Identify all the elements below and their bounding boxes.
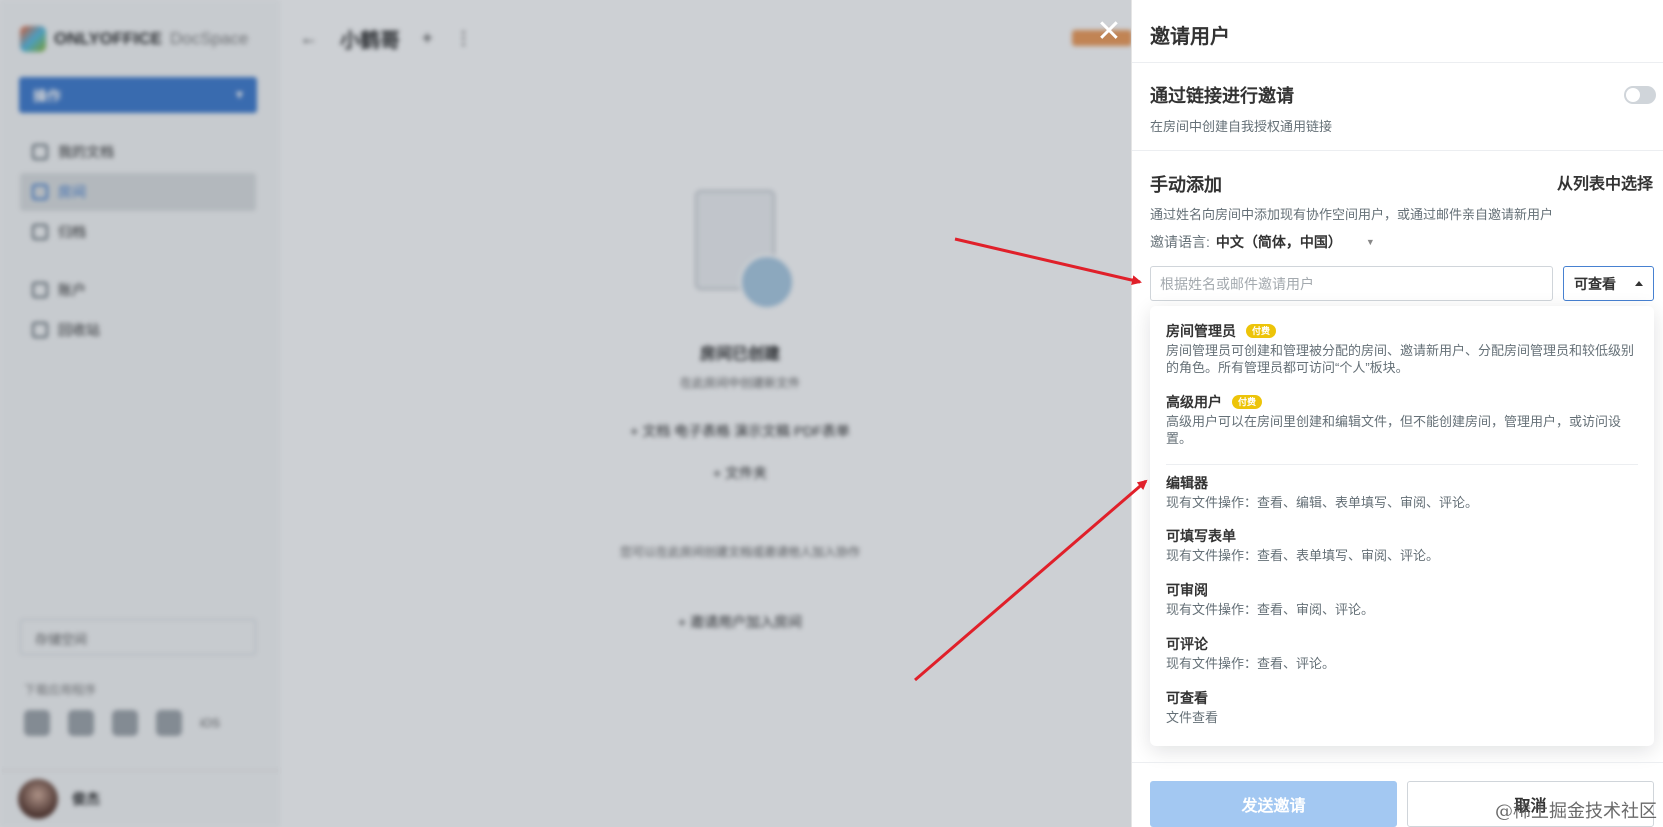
role-option-room-admin[interactable]: 房间管理员 付费 房间管理员可创建和管理被分配的房间、邀请新用户、分配房间管理员和… — [1166, 322, 1636, 376]
divider — [1132, 762, 1663, 763]
chevron-up-icon — [1635, 281, 1643, 286]
role-select[interactable]: 可查看 — [1563, 266, 1654, 301]
manual-add-title: 手动添加 — [1150, 175, 1222, 195]
divider — [1132, 62, 1663, 63]
role-option-desc: 房间管理员可创建和管理被分配的房间、邀请新用户、分配房间管理员和较低级别的角色。… — [1166, 343, 1635, 375]
role-option-desc: 现有文件操作：查看、编辑、表单填写、审阅、评论。 — [1166, 495, 1479, 510]
role-option-desc: 现有文件操作：查看、审阅、评论。 — [1166, 602, 1375, 617]
link-invite-toggle[interactable] — [1624, 86, 1656, 104]
paid-badge: 付费 — [1246, 324, 1277, 338]
send-invite-button[interactable]: 发送邀请 — [1150, 781, 1397, 827]
role-option-commenter[interactable]: 可评论 现有文件操作：查看、评论。 — [1166, 635, 1636, 672]
language-label: 邀请语言: — [1150, 234, 1210, 250]
divider — [1132, 150, 1663, 151]
invite-search-input[interactable] — [1150, 266, 1553, 301]
paid-badge: 付费 — [1232, 395, 1263, 409]
role-option-title: 可审阅 — [1166, 582, 1208, 598]
role-option-desc: 高级用户可以在房间里创建和编辑文件，但不能创建房间，管理用户，或访问设置。 — [1166, 414, 1622, 446]
role-option-title: 编辑器 — [1166, 475, 1208, 491]
role-select-value: 可查看 — [1574, 275, 1616, 292]
role-option-title: 可查看 — [1166, 690, 1208, 706]
language-select[interactable]: 中文（简体，中国） — [1216, 232, 1342, 252]
select-from-list-link[interactable]: 从列表中选择 — [1557, 170, 1653, 194]
role-option-viewer[interactable]: 可查看 文件查看 — [1166, 689, 1636, 726]
link-invite-title: 通过链接进行邀请 — [1150, 86, 1294, 106]
language-row: 邀请语言: 中文（简体，中国） ▼ — [1150, 232, 1375, 252]
modal-overlay[interactable] — [0, 0, 1131, 827]
close-icon[interactable]: ✕ — [1095, 17, 1123, 47]
watermark: @稀土掘金技术社区 — [1495, 801, 1657, 822]
panel-title: 邀请用户 — [1150, 26, 1230, 48]
role-option-reviewer[interactable]: 可审阅 现有文件操作：查看、审阅、评论。 — [1166, 581, 1636, 618]
role-option-desc: 文件查看 — [1166, 710, 1219, 725]
role-dropdown: 房间管理员 付费 房间管理员可创建和管理被分配的房间、邀请新用户、分配房间管理员和… — [1150, 306, 1654, 746]
role-option-desc: 现有文件操作：查看、评论。 — [1166, 656, 1336, 671]
chevron-down-icon[interactable]: ▼ — [1366, 237, 1375, 247]
role-option-title: 房间管理员 — [1166, 323, 1236, 339]
invite-panel: 邀请用户 通过链接进行邀请 在房间中创建自我授权通用链接 手动添加 从列表中选择… — [1131, 0, 1663, 827]
dropdown-divider — [1166, 464, 1638, 465]
role-option-title: 可评论 — [1166, 636, 1208, 652]
background-app: ONLYOFFICE DocSpace 操作 ▾ 我的文档 房间 归档 账户 回… — [0, 0, 1132, 827]
role-option-power-user[interactable]: 高级用户 付费 高级用户可以在房间里创建和编辑文件，但不能创建房间，管理用户，或访… — [1166, 393, 1636, 447]
manual-add-desc: 通过姓名向房间中添加现有协作空间用户，或通过邮件亲自邀请新用户 — [1150, 207, 1554, 222]
link-invite-desc: 在房间中创建自我授权通用链接 — [1150, 119, 1333, 134]
role-option-desc: 现有文件操作：查看、表单填写、审阅、评论。 — [1166, 548, 1440, 563]
role-option-title: 高级用户 — [1166, 394, 1222, 410]
role-option-form-filler[interactable]: 可填写表单 现有文件操作：查看、表单填写、审阅、评论。 — [1166, 527, 1636, 564]
role-option-title: 可填写表单 — [1166, 528, 1236, 544]
role-option-editor[interactable]: 编辑器 现有文件操作：查看、编辑、表单填写、审阅、评论。 — [1166, 474, 1636, 511]
